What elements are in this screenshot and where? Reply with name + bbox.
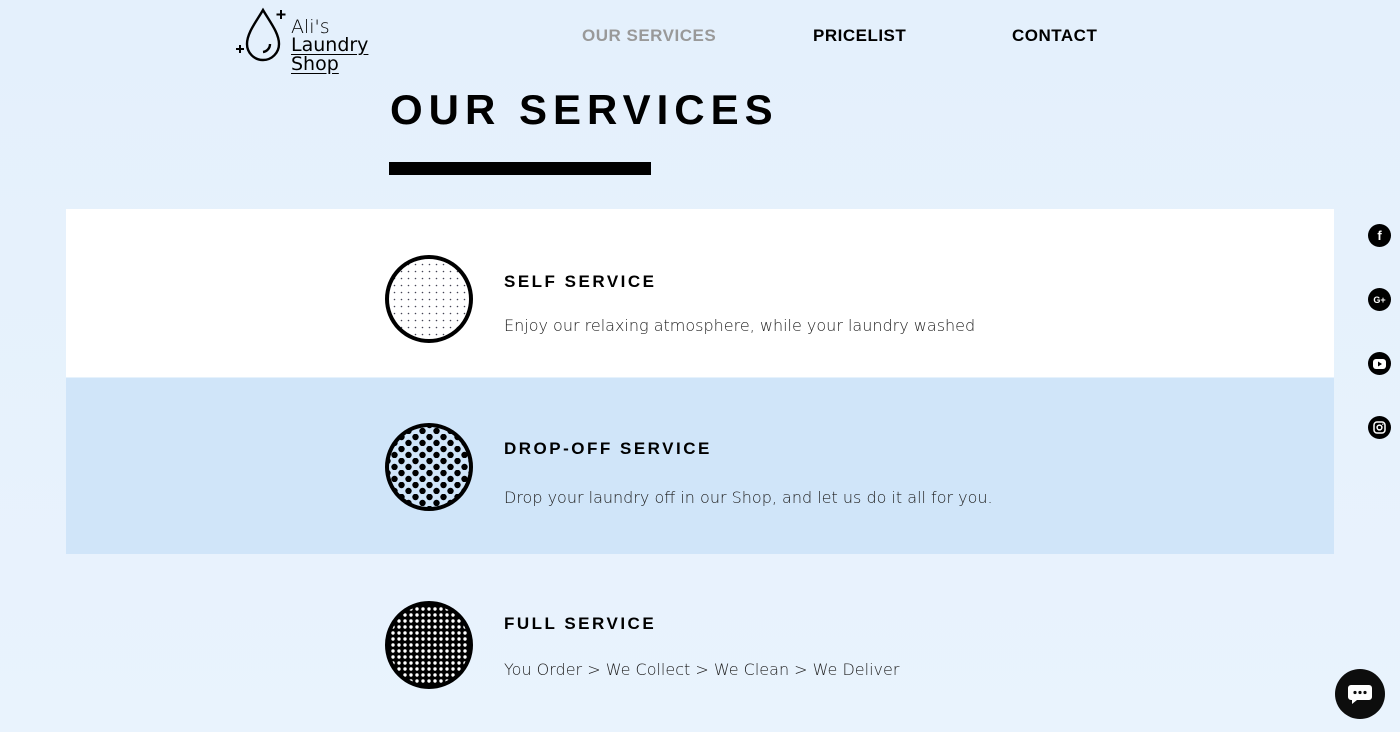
service-title: DROP-OFF SERVICE [504,439,712,458]
dense-dot-circle-icon [385,601,473,689]
nav-contact[interactable]: CONTACT [1012,26,1097,46]
youtube-icon[interactable] [1368,352,1391,375]
facebook-icon[interactable]: f [1368,224,1391,247]
service-row-self: SELF SERVICE Enjoy our relaxing atmosphe… [66,209,1334,377]
nav-pricelist[interactable]: PRICELIST [813,26,906,46]
title-underline-bar [389,162,651,175]
water-drop-icon [236,7,286,62]
instagram-icon[interactable] [1368,416,1391,439]
google-plus-icon[interactable]: G+ [1368,288,1391,311]
brand-logo[interactable]: Ali's Laundry Shop [234,6,414,74]
chat-button[interactable] [1335,669,1385,719]
service-title: FULL SERVICE [504,614,657,633]
service-description: You Order > We Collect > We Clean > We D… [504,660,900,679]
service-row-full: FULL SERVICE You Order > We Collect > We… [66,554,1334,732]
sparse-dot-circle-icon [385,255,473,343]
brand-name-line2[interactable]: Laundry Shop [291,36,414,74]
service-title: SELF SERVICE [504,272,657,291]
service-description: Enjoy our relaxing atmosphere, while you… [504,316,976,335]
nav-our-services[interactable]: OUR SERVICES [582,26,716,46]
service-description: Drop your laundry off in our Shop, and l… [504,488,993,507]
page-title: OUR SERVICES [390,86,779,133]
polka-dot-circle-icon [385,423,473,511]
chat-bubble-icon [1348,685,1372,704]
service-row-dropoff: DROP-OFF SERVICE Drop your laundry off i… [66,378,1334,554]
